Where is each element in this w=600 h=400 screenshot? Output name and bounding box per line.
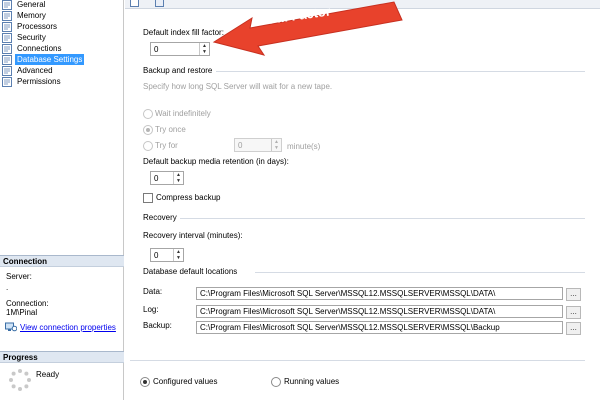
nav-label: Permissions xyxy=(17,77,61,86)
view-connection-properties-link[interactable]: View connection properties xyxy=(20,323,116,333)
log-path-field[interactable]: C:\Program Files\Microsoft SQL Server\MS… xyxy=(196,305,563,318)
bottom-divider xyxy=(130,360,585,361)
connection-section-header: Connection xyxy=(0,255,124,267)
configured-values-radio[interactable] xyxy=(140,377,150,387)
nav-label: Memory xyxy=(17,11,46,20)
nav-item-database-settings[interactable]: Database Settings xyxy=(2,54,122,65)
page-icon xyxy=(2,10,12,21)
data-browse-button[interactable]: ... xyxy=(566,288,581,301)
page-icon xyxy=(2,21,12,32)
page-icon xyxy=(2,54,12,65)
nav-label: Database Settings xyxy=(15,54,85,65)
nav-label: Advanced xyxy=(17,66,53,75)
data-path-field[interactable]: C:\Program Files\Microsoft SQL Server\MS… xyxy=(196,287,563,300)
help-icon[interactable] xyxy=(155,0,165,8)
retention-arrows[interactable]: ▲ ▼ xyxy=(173,172,183,184)
try-for-spinner[interactable]: 0 ▲ ▼ xyxy=(234,138,282,152)
nav-item-general[interactable]: General xyxy=(2,0,122,10)
connection-properties-icon xyxy=(5,322,17,332)
backup-browse-button[interactable]: ... xyxy=(566,322,581,335)
progress-status: Ready xyxy=(36,370,60,379)
nav-label: Security xyxy=(17,33,46,42)
spin-down-icon[interactable]: ▼ xyxy=(174,178,183,184)
recovery-interval-value: 0 xyxy=(154,251,159,260)
fill-factor-spinner[interactable]: 0 ▲ ▼ xyxy=(150,42,210,56)
wait-indefinitely-radio[interactable] xyxy=(143,109,153,119)
connection-value: 1M\Pinal xyxy=(6,308,38,317)
retention-value: 0 xyxy=(154,174,159,183)
retention-spinner[interactable]: 0 ▲ ▼ xyxy=(150,171,184,185)
nav-item-security[interactable]: Security xyxy=(2,32,122,43)
running-values-radio[interactable] xyxy=(271,377,281,387)
backup-path-field[interactable]: C:\Program Files\Microsoft SQL Server\MS… xyxy=(196,321,563,334)
group-divider xyxy=(180,218,585,219)
nav-label: General xyxy=(17,0,46,9)
minutes-unit-label: minute(s) xyxy=(287,142,321,151)
wait-indefinitely-label: Wait indefinitely xyxy=(155,109,211,118)
nav-item-processors[interactable]: Processors xyxy=(2,21,122,32)
try-for-value: 0 xyxy=(238,141,243,150)
radio-dot xyxy=(146,128,150,132)
radio-dot xyxy=(143,380,147,384)
nav-item-permissions[interactable]: Permissions xyxy=(2,76,122,87)
recovery-interval-spinner[interactable]: 0 ▲ ▼ xyxy=(150,248,184,262)
page-icon xyxy=(2,65,12,76)
running-values-label: Running values xyxy=(284,377,340,386)
nav-label: Processors xyxy=(17,22,58,31)
group-divider xyxy=(255,272,585,273)
left-pane: General Memory Processors Security Conne… xyxy=(0,0,124,400)
server-label: Server: xyxy=(6,272,32,281)
recovery-interval-arrows[interactable]: ▲ ▼ xyxy=(173,249,183,261)
server-value: . xyxy=(6,283,9,292)
nav-item-memory[interactable]: Memory xyxy=(2,10,122,21)
compress-backup-label: Compress backup xyxy=(156,193,221,202)
nav-item-connections[interactable]: Connections xyxy=(2,43,122,54)
backup-label: Backup: xyxy=(143,321,172,330)
progress-section-header: Progress xyxy=(0,351,124,363)
nav-item-advanced[interactable]: Advanced xyxy=(2,65,122,76)
page-icon xyxy=(2,43,12,54)
progress-spinner-icon xyxy=(9,369,31,391)
locations-title: Database default locations xyxy=(143,267,238,276)
recovery-title: Recovery xyxy=(143,213,177,222)
tape-hint: Specify how long SQL Server will wait fo… xyxy=(143,82,333,91)
spin-down-icon[interactable]: ▼ xyxy=(174,255,183,261)
spin-down-icon[interactable]: ▼ xyxy=(272,145,281,151)
backup-restore-title: Backup and restore xyxy=(143,66,213,75)
log-label: Log: xyxy=(143,305,159,314)
recovery-interval-label: Recovery interval (minutes): xyxy=(143,231,243,240)
try-for-radio[interactable] xyxy=(143,141,153,151)
log-browse-button[interactable]: ... xyxy=(566,306,581,319)
page-icon xyxy=(2,76,12,87)
nav-label: Connections xyxy=(17,44,62,53)
try-for-arrows[interactable]: ▲ ▼ xyxy=(271,139,281,151)
try-for-label: Try for xyxy=(155,141,178,150)
try-once-radio[interactable] xyxy=(143,125,153,135)
try-once-label: Try once xyxy=(155,125,186,134)
group-divider xyxy=(216,71,585,72)
data-label: Data: xyxy=(143,287,163,296)
page-icon xyxy=(2,32,12,43)
page-icon xyxy=(2,0,12,10)
retention-label: Default backup media retention (in days)… xyxy=(143,157,289,166)
fill-factor-value: 0 xyxy=(154,45,159,54)
script-icon[interactable] xyxy=(130,0,140,8)
configured-values-label: Configured values xyxy=(153,377,218,386)
compress-backup-checkbox[interactable] xyxy=(143,193,153,203)
